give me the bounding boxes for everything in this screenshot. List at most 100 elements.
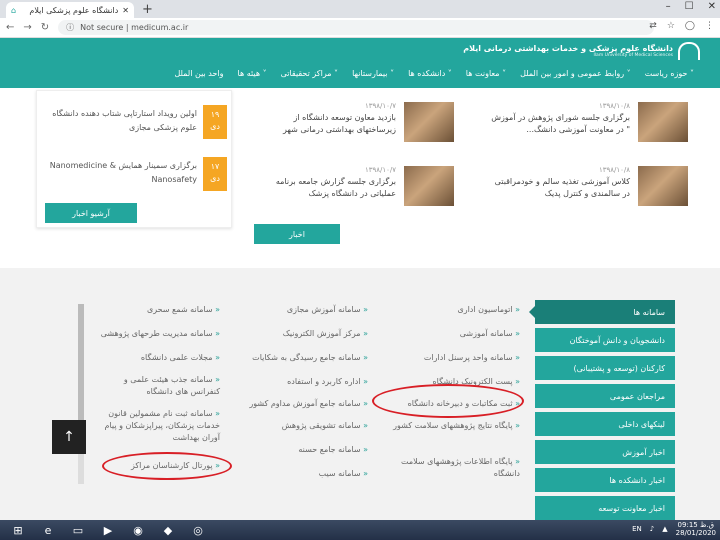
main-menu: حوزه ریاست ˅ روابط عمومی و امور بین المل… (174, 69, 694, 78)
visual-studio-icon[interactable]: ◆ (156, 521, 180, 539)
menu-item-boards[interactable]: هیئه ها ˅ (238, 69, 267, 78)
back-arrow-icon[interactable]: ← (6, 22, 14, 33)
minimize-button[interactable]: – (666, 1, 671, 12)
side-menu-development-news[interactable]: اخبار معاونت توسعه (535, 496, 675, 520)
reload-icon[interactable]: ↻ (41, 22, 49, 33)
side-menu-internal-links[interactable]: لینکهای داخلی (535, 412, 675, 436)
language-indicator[interactable]: EN (632, 525, 642, 533)
footer-link[interactable]: « پایگاه اطلاعات پژوهشهای سلامت دانشگاه (378, 456, 520, 480)
window-controls: – ☐ ✕ (666, 1, 716, 12)
new-tab-button[interactable]: + (142, 2, 153, 17)
ie-icon[interactable]: e (36, 521, 60, 539)
info-icon: ⓘ (66, 23, 75, 32)
menu-item-presidency[interactable]: حوزه ریاست ˅ (645, 69, 694, 78)
news-card[interactable]: ۱۳۹۸/۱۰/۷ برگزاری جلسه گزارش جامعه برنام… (254, 166, 454, 216)
site-logo[interactable]: دانشگاه علوم پزشکی و خدمات بهداشتی درمان… (463, 42, 700, 60)
footer-link[interactable]: « اتوماسیون اداری (378, 304, 520, 316)
news-thumbnail (638, 102, 688, 142)
event-title: اولین رویداد استارتاپی شتاب دهنده دانشگا… (52, 109, 197, 132)
forward-arrow-icon[interactable]: → (23, 22, 31, 33)
side-menu-public[interactable]: مراجعان عمومی (535, 384, 675, 408)
side-menu-systems[interactable]: سامانه ها (535, 300, 675, 324)
menu-item-deputies[interactable]: معاونت ها ˅ (466, 69, 506, 78)
news-card[interactable]: ۱۳۹۸/۱۰/۸ کلاس آموزشی تغذیه سالم و خودمر… (488, 166, 688, 216)
address-bar[interactable]: ⓘ Not secure | medicum.ac.ir (58, 20, 654, 35)
footer-link[interactable]: « سامانه آموزش مجازی (226, 304, 368, 316)
footer-link[interactable]: « پایگاه نتایج پژوهشهای سلامت کشور (378, 420, 520, 432)
back-to-top-button[interactable]: ↑ (52, 420, 86, 454)
events-archive-button[interactable]: آرشیو اخبار (45, 203, 137, 223)
news-title: کلاس آموزشی تغذیه سالم و خودمراقبتی در س… (494, 177, 630, 198)
news-date: ۱۳۹۸/۱۰/۸ (598, 102, 630, 110)
event-item[interactable]: ۱۹ دی اولین رویداد استارتاپی شتاب دهنده … (37, 105, 233, 145)
maximize-button[interactable]: ☐ (685, 1, 694, 12)
news-date: ۱۳۹۸/۱۰/۷ (364, 102, 396, 110)
logo-text-fa: دانشگاه علوم پزشکی و خدمات بهداشتی درمان… (463, 44, 673, 53)
footer-link[interactable]: « سامانه واحد پرسنل ادارات (378, 352, 520, 364)
news-title: برگزاری جلسه شورای پژوهش در آموزش " در م… (491, 113, 630, 134)
translate-icon[interactable]: ⇄ (649, 21, 657, 31)
footer-link[interactable]: « سامانه جامع حسنه (226, 444, 368, 456)
news-card[interactable]: ۱۳۹۸/۱۰/۷ بازدید معاون توسعه دانشگاه از … (254, 102, 454, 152)
clock[interactable]: 09:15 ق.ظ 28/01/2020 (676, 521, 716, 537)
red-annotation-oval (372, 384, 524, 418)
star-icon[interactable]: ☆ (667, 21, 675, 31)
menu-item-hospitals[interactable]: بیمارستانها ˅ (352, 69, 394, 78)
side-menu-education-news[interactable]: اخبار آموزش (535, 440, 675, 464)
links-scrollbar[interactable] (78, 304, 84, 484)
news-date: ۱۳۹۸/۱۰/۸ (598, 166, 630, 174)
footer-link[interactable]: « سامانه ثبت نام مشمولین قانون خدمات پزش… (92, 408, 220, 444)
side-menu-students[interactable]: دانشجویان و دانش آموختگان (535, 328, 675, 352)
menu-item-international[interactable]: واحد بین الملل (174, 69, 223, 78)
event-date-badge: ۱۷ دی (203, 157, 227, 191)
footer-link[interactable]: « مجلات علمی دانشگاه (92, 352, 220, 364)
menu-item-research-centers[interactable]: مراکز تحقیقاتی ˅ (281, 69, 338, 78)
windows-taskbar: ⊞ e ▭ ▶ ◉ ◆ ◎ EN ♪ ▲ 09:15 ق.ظ 28/01/202… (0, 520, 720, 540)
footer-link[interactable]: « اداره کاربرد و استفاده (226, 376, 368, 388)
account-icon[interactable]: ◯ (685, 21, 695, 31)
news-events-section: ۱۹ دی اولین رویداد استارتاپی شتاب دهنده … (0, 88, 720, 268)
event-item[interactable]: ۱۷ دی برگزاری سمینار همایش Nanomedicine … (37, 157, 233, 197)
news-thumbnail (404, 102, 454, 142)
footer-link[interactable]: « سامانه جامع آموزش مداوم کشور (226, 398, 368, 410)
footer-link[interactable]: « سامانه شمع سحری (92, 304, 220, 316)
event-title: برگزاری سمینار همایش Nanomedicine & Nano… (49, 161, 197, 184)
red-annotation-oval (102, 452, 232, 480)
news-thumbnail (404, 166, 454, 206)
folder-icon[interactable]: ▭ (66, 521, 90, 539)
events-panel: ۱۹ دی اولین رویداد استارتاپی شتاب دهنده … (36, 90, 232, 228)
scrollbar-thumb[interactable] (78, 304, 84, 424)
menu-item-faculties[interactable]: دانشکده ها ˅ (408, 69, 452, 78)
side-menu-faculty-news[interactable]: اخبار دانشکده ها (535, 468, 675, 492)
favicon-icon: ⌂ (11, 5, 17, 15)
footer-link[interactable]: « سامانه مدیریت طرحهای پژوهشی (92, 328, 220, 340)
news-card[interactable]: ۱۳۹۸/۱۰/۸ برگزاری جلسه شورای پژوهش در آم… (488, 102, 688, 152)
tab-title: دانشگاه علوم پزشکی ایلام (29, 5, 119, 15)
footer-link[interactable]: « سامانه تشویقی پژوهش (226, 420, 368, 432)
footer-link[interactable]: « مرکز آموزش الکترونیک (226, 328, 368, 340)
browser-tab[interactable]: ⌂ دانشگاه علوم پزشکی ایلام ✕ (6, 2, 134, 18)
close-tab-icon[interactable]: ✕ (122, 6, 129, 15)
chrome-icon[interactable]: ◎ (186, 521, 210, 539)
news-date: ۱۳۹۸/۱۰/۷ (364, 166, 396, 174)
footer-link[interactable]: « سامانه جذب هیئت علمی و کنفرانس های دان… (92, 374, 220, 398)
menu-item-public-relations[interactable]: روابط عمومی و امور بین الملل ˅ (520, 69, 631, 78)
footer-link[interactable]: « سامانه آموزشی (378, 328, 520, 340)
close-window-button[interactable]: ✕ (708, 1, 716, 12)
logo-text-en: Ilam University of Medical Sciences (593, 53, 673, 58)
footer-link[interactable]: « سامانه سیب (226, 468, 368, 480)
news-archive-button[interactable]: اخبار (254, 224, 340, 244)
start-button-icon[interactable]: ⊞ (6, 521, 30, 539)
footer-side-menu: سامانه ها دانشجویان و دانش آموختگان کارک… (535, 300, 675, 524)
network-icon[interactable]: ▲ (662, 525, 667, 533)
volume-icon[interactable]: ♪ (650, 525, 654, 533)
site-header: دانشگاه علوم پزشکی و خدمات بهداشتی درمان… (0, 38, 720, 88)
media-player-icon[interactable]: ▶ (96, 521, 120, 539)
event-date-badge: ۱۹ دی (203, 105, 227, 139)
menu-icon[interactable]: ⋮ (705, 21, 714, 31)
footer-link[interactable]: « سامانه جامع رسیدگی به شکایات (226, 352, 368, 364)
news-title: بازدید معاون توسعه دانشگاه از زیرساختهای… (283, 113, 396, 134)
firefox-icon[interactable]: ◉ (126, 521, 150, 539)
side-menu-staff[interactable]: کارکنان (توسعه و پشتیبانی) (535, 356, 675, 380)
address-text: Not secure | medicum.ac.ir (80, 23, 189, 32)
